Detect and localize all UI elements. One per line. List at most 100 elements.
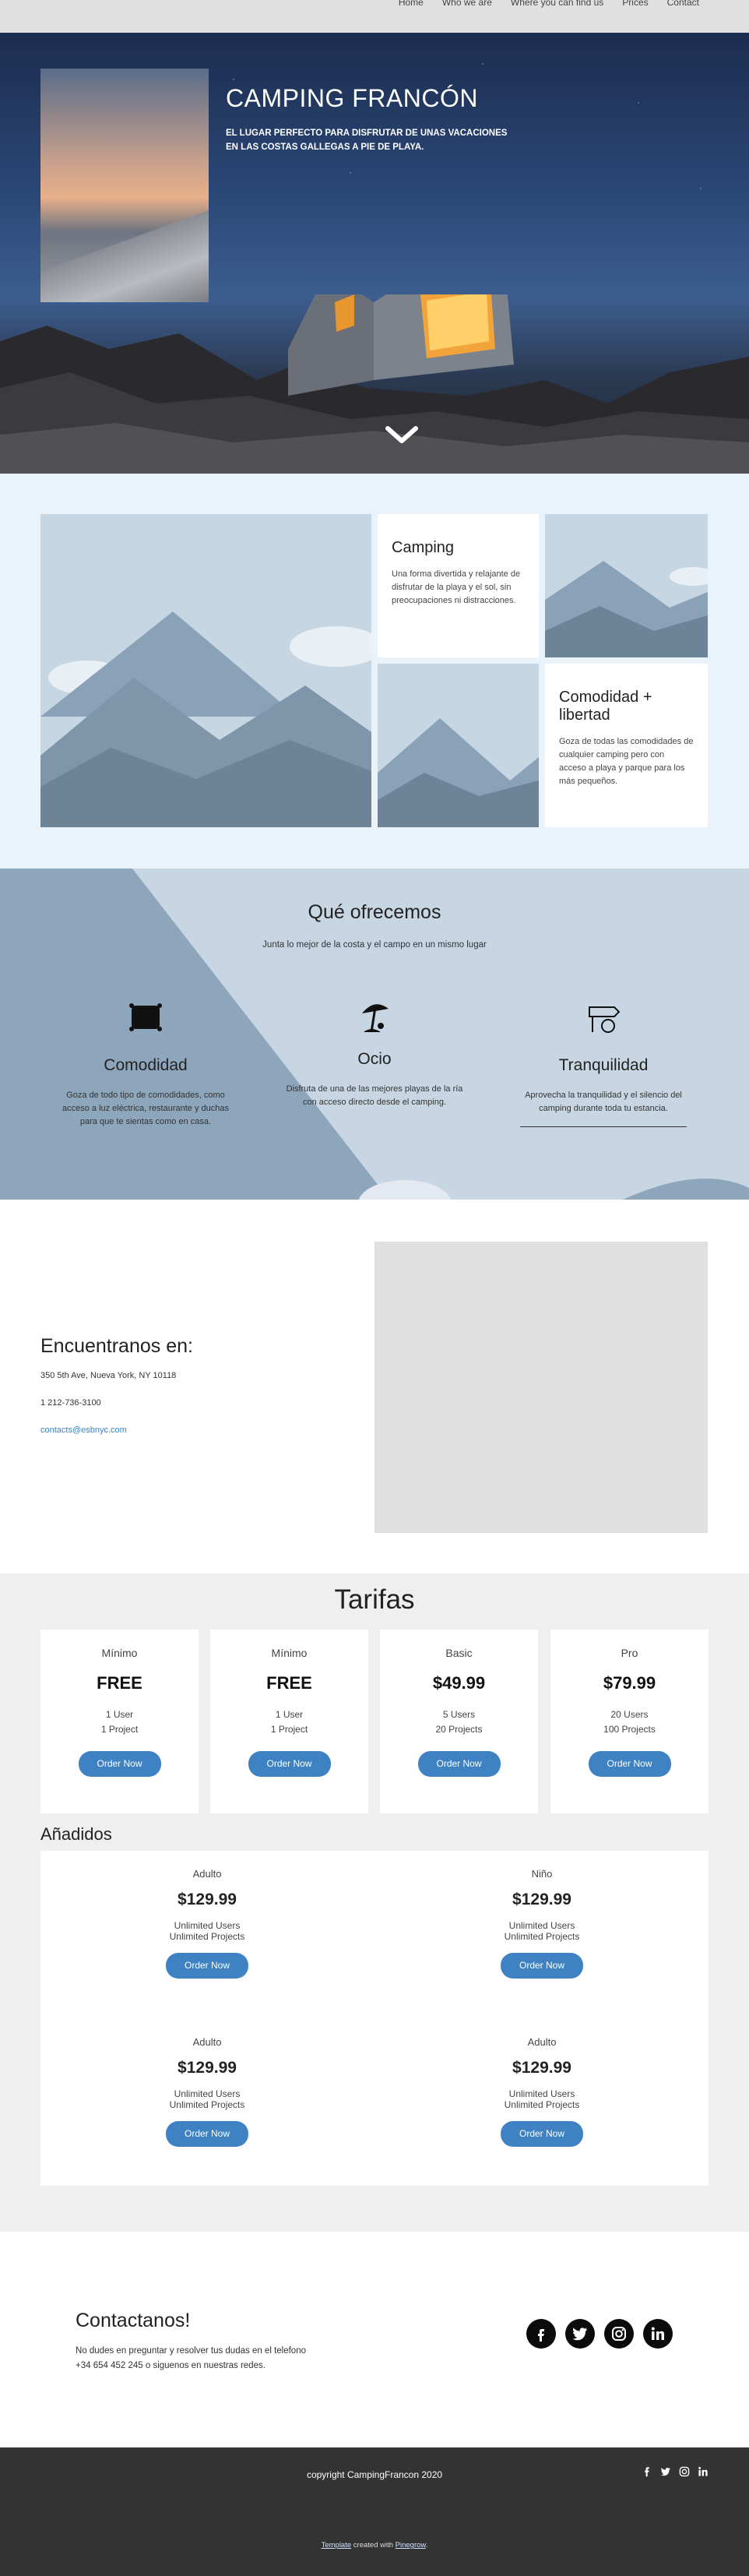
contactanos-title: Contactanos! (76, 2310, 191, 2331)
addon-feature: Unlimited Users (508, 2088, 575, 2099)
addon-name: Adulto (527, 2036, 557, 2048)
twitter-icon[interactable] (660, 2466, 671, 2477)
plan-price: FREE (266, 1673, 312, 1693)
feature-comodidad: Comodidad Goza de todo tipo de comodidad… (56, 998, 235, 1129)
beach-umbrella-icon (362, 1004, 389, 1033)
camping-card: Camping Una forma divertida y relajante … (378, 514, 539, 657)
facebook-icon[interactable] (526, 2319, 556, 2349)
addon-price: $129.99 (178, 1891, 237, 1908)
hero-section: CAMPING FRANCÓN EL LUGAR PERFECTO PARA D… (0, 33, 749, 474)
plan-name: Mínimo (271, 1647, 308, 1659)
plan-feature: 100 Projects (603, 1724, 656, 1735)
addon-feature: Unlimited Projects (169, 1931, 245, 1942)
instagram-icon[interactable] (604, 2319, 634, 2349)
order-now-button[interactable]: Order Now (588, 1751, 671, 1777)
hero-subtitle: EL LUGAR PERFECTO PARA DISFRUTAR DE UNAS… (226, 129, 508, 152)
order-now-button[interactable]: Order Now (501, 1953, 583, 1979)
contactanos-line-1: No dudes en preguntar y resolver tus dud… (76, 2346, 306, 2356)
feature-tranquilidad-text: Aprovecha la tranquilidad y el silencio … (525, 1091, 682, 1113)
order-now-button[interactable]: Order Now (501, 2121, 583, 2147)
contact-section: Encuentranos en: 350 5th Ave, Nueva York… (0, 1200, 749, 1573)
feature-tranquilidad-title: Tranquilidad (558, 1056, 649, 1074)
offer-section: Qué ofrecemos Junta lo mejor de la costa… (0, 869, 749, 1200)
credit-text: created with (351, 2541, 396, 2550)
plan-card: Basic $49.99 5 Users 20 Projects Order N… (380, 1630, 538, 1813)
footer-credit: Template created with Pinegrow. (0, 2541, 749, 2550)
hero-title: CAMPING FRANCÓN (226, 84, 478, 112)
contact-title: Encuentranos en: (40, 1335, 193, 1357)
linkedin-icon[interactable] (698, 2466, 709, 2477)
facebook-icon[interactable] (642, 2466, 652, 2477)
contact-address: 350 5th Ave, Nueva York, NY 10118 (40, 1371, 177, 1380)
map-placeholder[interactable] (374, 1242, 708, 1533)
comodidad-card-title: Comodidad + libertad (559, 689, 652, 724)
comodidad-card-text: Goza de todas las comodidades de cualqui… (559, 737, 694, 786)
chevron-down-icon[interactable] (385, 425, 419, 446)
addons-title: Añadidos (40, 1824, 112, 1844)
plan-feature: 1 Project (100, 1724, 139, 1735)
template-link[interactable]: Template (322, 2541, 352, 2550)
mountain-image-top-right (545, 514, 708, 657)
order-now-button[interactable]: Order Now (78, 1751, 161, 1777)
contactanos-section: Contactanos! No dudes en preguntar y res… (0, 2232, 749, 2447)
plan-card: Mínimo FREE 1 User 1 Project Order Now (210, 1630, 368, 1813)
nav-item-who-we-are[interactable]: Who we are (442, 0, 492, 8)
plan-card: Pro $79.99 20 Users 100 Projects Order N… (550, 1630, 709, 1813)
feature-comodidad-title: Comodidad (104, 1056, 188, 1074)
addon-name: Adulto (192, 2036, 222, 2048)
pinegrow-link[interactable]: Pinegrow (396, 2541, 426, 2550)
nav-item-prices[interactable]: Prices (622, 0, 648, 8)
addon-card: Niño $129.99 Unlimited Users Unlimited P… (417, 1868, 666, 1979)
order-now-button[interactable]: Order Now (417, 1751, 501, 1777)
nav-item-contact[interactable]: Contact (667, 0, 699, 8)
addon-price: $129.99 (512, 2059, 571, 2077)
offer-title: Qué ofrecemos (308, 901, 441, 923)
addons-panel: Adulto $129.99 Unlimited Users Unlimited… (40, 1851, 709, 2186)
social-links (526, 2319, 673, 2349)
addon-name: Adulto (192, 1868, 222, 1880)
plan-feature: 20 Users (610, 1709, 649, 1720)
credit-end: . (425, 2541, 428, 2550)
plan-feature: 5 Users (442, 1709, 476, 1720)
addon-price: $129.99 (178, 2059, 237, 2077)
feature-ocio: Ocio Disfruta de una de las mejores play… (285, 998, 464, 1109)
nav-item-find-us[interactable]: Where you can find us (511, 0, 603, 8)
contactanos-text: No dudes en preguntar y resolver tus dud… (76, 2344, 306, 2373)
offer-lead: Junta lo mejor de la costa y el campo en… (262, 940, 487, 950)
plan-price: $79.99 (603, 1673, 656, 1693)
addon-feature: Unlimited Users (174, 1920, 241, 1931)
addon-price: $129.99 (512, 1891, 571, 1908)
instagram-icon[interactable] (679, 2466, 690, 2477)
contactanos-line-2: +34 654 452 245 o siguenos en nuestras r… (76, 2361, 265, 2370)
plan-name: Basic (445, 1647, 473, 1659)
twitter-icon[interactable] (565, 2319, 595, 2349)
hero-cabin-illustration (0, 294, 749, 474)
order-now-button[interactable]: Order Now (166, 2121, 248, 2147)
addon-feature: Unlimited Projects (504, 1931, 580, 1942)
order-now-button[interactable]: Order Now (166, 1953, 248, 1979)
plan-feature: 1 Project (270, 1724, 308, 1735)
comodidad-card: Comodidad + libertad Goza de todas las c… (545, 664, 708, 827)
camping-card-title: Camping (392, 539, 455, 556)
feature-ocio-title: Ocio (357, 1050, 392, 1068)
plan-card: Mínimo FREE 1 User 1 Project Order Now (40, 1630, 199, 1813)
order-now-button[interactable]: Order Now (248, 1751, 331, 1777)
addon-card: Adulto $129.99 Unlimited Users Unlimited… (83, 1868, 332, 1979)
footer: copyright CampingFrancon 2020 Template c… (0, 2447, 749, 2576)
footer-social-links (642, 2466, 709, 2477)
nav-item-home[interactable]: Home (399, 0, 424, 8)
contact-email-link[interactable]: contacts@esbnyc.com (40, 1425, 127, 1435)
nav-links: Home Who we are Where you can find us Pr… (399, 0, 699, 8)
top-nav: Home Who we are Where you can find us Pr… (0, 0, 749, 33)
feature-tranquilidad: Tranquilidad Aprovecha la tranquilidad y… (514, 998, 693, 1127)
mountain-image-bottom-mid (378, 664, 539, 827)
feature-comodidad-text: Goza de todo tipo de comodidades, como a… (62, 1091, 229, 1126)
hero-thumbnail-image (40, 69, 209, 302)
linkedin-icon[interactable] (643, 2319, 673, 2349)
mountain-image-large (40, 514, 371, 827)
plan-name: Pro (621, 1647, 638, 1659)
pricing-section: Tarifas Mínimo FREE 1 User 1 Project Ord… (0, 1573, 749, 2232)
sign-icon (589, 1006, 621, 1033)
plan-name: Mínimo (101, 1647, 138, 1659)
feature-ocio-text: Disfruta de una de las mejores playas de… (286, 1084, 463, 1107)
